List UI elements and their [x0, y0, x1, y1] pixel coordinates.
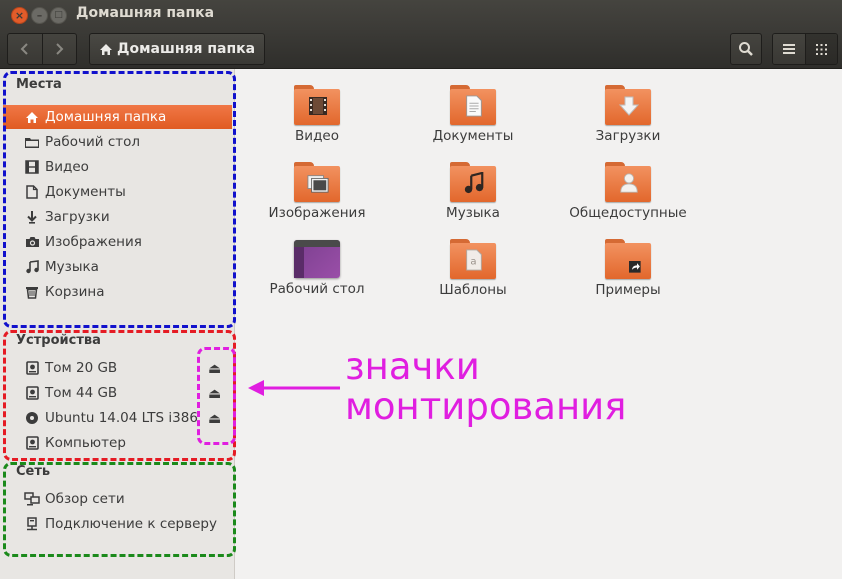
view-mode-buttons [772, 33, 838, 65]
annotation-text-line2: монтирования [345, 385, 627, 428]
list-view-button[interactable] [773, 34, 805, 64]
folder-icon [294, 162, 340, 202]
svg-text:a: a [470, 257, 476, 268]
list-view-icon [782, 44, 795, 54]
link-icon [629, 261, 641, 273]
folder-icon [450, 162, 496, 202]
folder-icon [605, 162, 651, 202]
music-icon [464, 172, 484, 194]
path-label: Домашняя папка [117, 41, 256, 57]
folder-icon [294, 85, 340, 125]
folder-icon [605, 85, 651, 125]
folder-pictures[interactable]: Изображения [247, 162, 387, 221]
download-icon [618, 96, 640, 116]
grid-view-button[interactable] [804, 34, 837, 64]
search-button[interactable] [730, 33, 762, 65]
minimize-window-button[interactable]: – [31, 7, 48, 24]
window-title: Домашняя папка [76, 5, 215, 21]
grid-view-icon [815, 43, 827, 55]
folder-downloads[interactable]: Загрузки [558, 85, 698, 144]
network-highlight-box [3, 462, 236, 557]
places-highlight-box [3, 71, 236, 328]
path-button-home[interactable]: Домашняя папка [89, 33, 266, 65]
folder-icon [450, 85, 496, 125]
image-icon [307, 175, 329, 193]
file-manager-window: × – □ Домашняя папка Домашняя папка Мест… [0, 0, 842, 579]
folder-public[interactable]: Общедоступные [558, 162, 698, 221]
arrow-left-icon [248, 380, 340, 396]
title-bar: × – □ Домашняя папка [0, 0, 842, 29]
forward-button[interactable] [41, 34, 77, 64]
back-button[interactable] [8, 34, 42, 64]
folder-videos[interactable]: Видео [247, 85, 387, 144]
chevron-left-icon [20, 43, 28, 55]
eject-icons-highlight-box [197, 347, 236, 445]
file-name: Загрузки [595, 128, 661, 144]
folder-documents[interactable]: Документы [403, 85, 543, 144]
document-icon [466, 95, 482, 117]
folder-icon [605, 239, 651, 279]
home-icon [100, 43, 112, 55]
folder-music[interactable]: Музыка [403, 162, 543, 221]
file-name: Музыка [446, 205, 500, 221]
file-name: Документы [432, 128, 514, 144]
file-name: Рабочий стол [269, 281, 365, 297]
folder-desktop[interactable]: Рабочий стол [247, 239, 387, 297]
film-icon [309, 97, 327, 115]
file-name: Общедоступные [569, 205, 687, 221]
chevron-right-icon [56, 43, 64, 55]
file-name: Изображения [268, 205, 366, 221]
toolbar: Домашняя папка [0, 29, 842, 69]
search-icon [739, 42, 753, 56]
navigation-buttons [7, 33, 77, 65]
file-name: Видео [295, 128, 339, 144]
person-icon [620, 173, 638, 193]
maximize-window-button[interactable]: □ [50, 7, 67, 24]
folder-templates[interactable]: a Шаблоны [403, 239, 543, 298]
file-grid: Видео Документы Загрузки Изображения Муз… [235, 69, 842, 579]
file-name: Шаблоны [439, 282, 507, 298]
desktop-icon [294, 240, 340, 278]
annotation-text-line1: значки [345, 345, 480, 388]
file-name: Примеры [595, 282, 661, 298]
folder-examples[interactable]: Примеры [558, 239, 698, 298]
folder-icon: a [450, 239, 496, 279]
template-icon: a [466, 249, 482, 271]
close-window-button[interactable]: × [11, 7, 28, 24]
